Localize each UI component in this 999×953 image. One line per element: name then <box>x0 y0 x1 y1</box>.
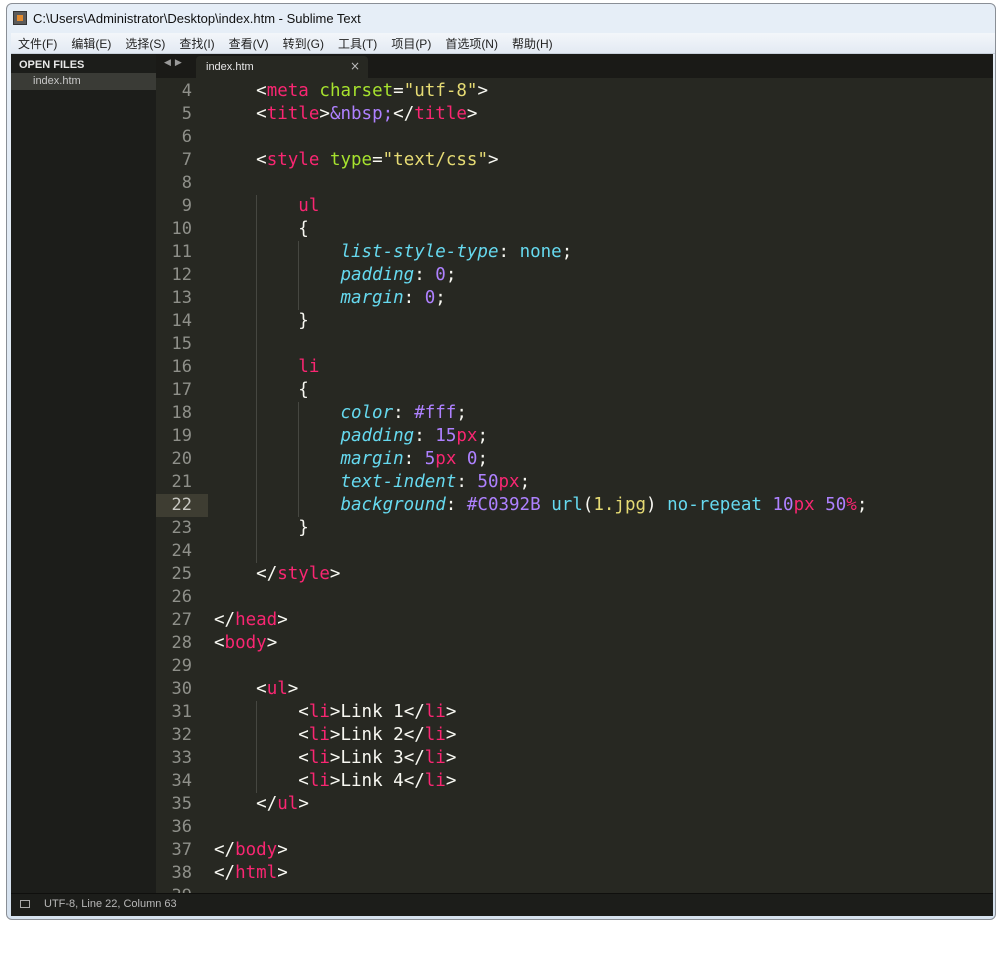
menu-bar: 文件(F) 编辑(E) 选择(S) 查找(I) 查看(V) 转到(G) 工具(T) 项目(P)… <box>11 33 995 54</box>
panel-toggle-icon[interactable] <box>20 900 30 908</box>
code-line[interactable]: padding: 15px; <box>214 425 488 448</box>
menu-item-5[interactable]: 转到(G) <box>276 35 331 52</box>
code-line[interactable]: padding: 0; <box>214 264 456 287</box>
menu-item-4[interactable]: 查看(V) <box>222 35 276 52</box>
code-line[interactable]: <body> <box>214 632 277 655</box>
line-number: 37 <box>171 840 192 860</box>
sidebar: OPEN FILES index.htm <box>11 54 156 894</box>
code-line[interactable]: <ul> <box>214 678 298 701</box>
code-line[interactable]: { <box>214 379 309 402</box>
line-number: 27 <box>171 610 192 630</box>
code-line[interactable]: <title>&nbsp;</title> <box>214 103 477 126</box>
line-number: 33 <box>171 748 192 768</box>
menu-item-9[interactable]: 帮助(H) <box>505 35 560 52</box>
menu-item-1[interactable]: 编辑(E) <box>64 35 118 52</box>
line-number: 16 <box>171 357 192 377</box>
tab-prev-icon[interactable]: ◀ <box>164 58 175 68</box>
tab-nav-arrows[interactable]: ◀▶ <box>164 58 186 68</box>
code-line[interactable]: <li>Link 3</li> <box>214 747 456 770</box>
tab-label: index.htm <box>206 61 254 73</box>
line-number: 11 <box>171 242 192 262</box>
line-number: 24 <box>171 541 192 561</box>
window-title: C:\Users\Administrator\Desktop\index.htm… <box>33 10 361 26</box>
line-number: 38 <box>171 863 192 883</box>
tab-next-icon[interactable]: ▶ <box>175 58 186 68</box>
code-line[interactable]: <style type="text/css"> <box>214 149 498 172</box>
code-line[interactable]: <li>Link 2</li> <box>214 724 456 747</box>
line-number: 14 <box>171 311 192 331</box>
line-number: 15 <box>171 334 192 354</box>
code-line[interactable]: ul <box>214 195 319 218</box>
menu-item-7[interactable]: 项目(P) <box>384 35 438 52</box>
line-number: 36 <box>171 817 192 837</box>
code-line[interactable]: </head> <box>214 609 288 632</box>
line-number: 28 <box>171 633 192 653</box>
line-number: 30 <box>171 679 192 699</box>
code-line[interactable]: background: #C0392B url(1.jpg) no-repeat… <box>214 494 867 517</box>
menu-item-2[interactable]: 选择(S) <box>118 35 172 52</box>
code-line[interactable]: } <box>214 310 309 333</box>
code-line[interactable]: color: #fff; <box>214 402 466 425</box>
tab-close-icon[interactable]: × <box>350 59 360 73</box>
status-text: UTF-8, Line 22, Column 63 <box>44 898 177 910</box>
code-line[interactable]: </body> <box>214 839 288 862</box>
status-bar: UTF-8, Line 22, Column 63 <box>11 893 993 916</box>
code-line[interactable]: list-style-type: none; <box>214 241 572 264</box>
code-line[interactable]: <li>Link 4</li> <box>214 770 456 793</box>
code-line[interactable]: text-indent: 50px; <box>214 471 530 494</box>
line-number: 18 <box>171 403 192 423</box>
line-number: 8 <box>181 173 192 193</box>
line-number: 21 <box>171 472 192 492</box>
line-number: 17 <box>171 380 192 400</box>
menu-item-0[interactable]: 文件(F) <box>11 35 64 52</box>
code-line[interactable]: margin: 0; <box>214 287 445 310</box>
line-gutter: 4 5 6 7 8 9 10 11 12 13 14 15 16 17 18 19 20 21 22 23 24 25 26… <box>156 78 208 894</box>
line-number: 19 <box>171 426 192 446</box>
code-line[interactable]: <li>Link 1</li> <box>214 701 456 724</box>
line-number: 32 <box>171 725 192 745</box>
code-line[interactable]: li <box>214 356 319 379</box>
sidebar-file-item[interactable]: index.htm <box>11 73 156 90</box>
editor-app: OPEN FILES index.htm ◀▶ index.htm × 4 5 6 7… <box>11 54 993 916</box>
line-number: 26 <box>171 587 192 607</box>
line-number: 34 <box>171 771 192 791</box>
code-line[interactable]: </html> <box>214 862 288 885</box>
line-number: 35 <box>171 794 192 814</box>
line-number: 6 <box>181 127 192 147</box>
line-number: 10 <box>171 219 192 239</box>
line-number: 7 <box>181 150 192 170</box>
code-line[interactable]: <meta charset="utf-8"> <box>214 80 488 103</box>
line-number: 31 <box>171 702 192 722</box>
tab-index-htm[interactable]: index.htm × <box>196 56 368 78</box>
line-number: 13 <box>171 288 192 308</box>
sidebar-header: OPEN FILES <box>19 59 85 71</box>
code-line[interactable]: </style> <box>214 563 340 586</box>
code-line[interactable]: } <box>214 517 309 540</box>
line-number: 12 <box>171 265 192 285</box>
line-number: 20 <box>171 449 192 469</box>
menu-item-3[interactable]: 查找(I) <box>172 35 221 52</box>
code-line[interactable]: </ul> <box>214 793 309 816</box>
menu-item-6[interactable]: 工具(T) <box>331 35 384 52</box>
code-line[interactable]: { <box>214 218 309 241</box>
tab-bar: ◀▶ index.htm × <box>156 54 993 78</box>
line-number: 5 <box>181 104 192 124</box>
menu-item-8[interactable]: 首选项(N) <box>438 35 505 52</box>
code-line[interactable]: margin: 5px 0; <box>214 448 488 471</box>
title-bar[interactable]: C:\Users\Administrator\Desktop\index.htm… <box>7 4 995 32</box>
line-number: 23 <box>171 518 192 538</box>
code-editor[interactable]: 4 5 6 7 8 9 10 11 12 13 14 15 16 17 18 19 20 21 22 23 24 25 26… <box>156 78 993 894</box>
sublime-app-icon <box>13 11 27 25</box>
line-number: 29 <box>171 656 192 676</box>
line-number: 22 <box>171 495 192 515</box>
line-number: 9 <box>181 196 192 216</box>
line-number: 4 <box>181 81 192 101</box>
line-number: 25 <box>171 564 192 584</box>
sublime-window: C:\Users\Administrator\Desktop\index.htm… <box>6 3 996 920</box>
